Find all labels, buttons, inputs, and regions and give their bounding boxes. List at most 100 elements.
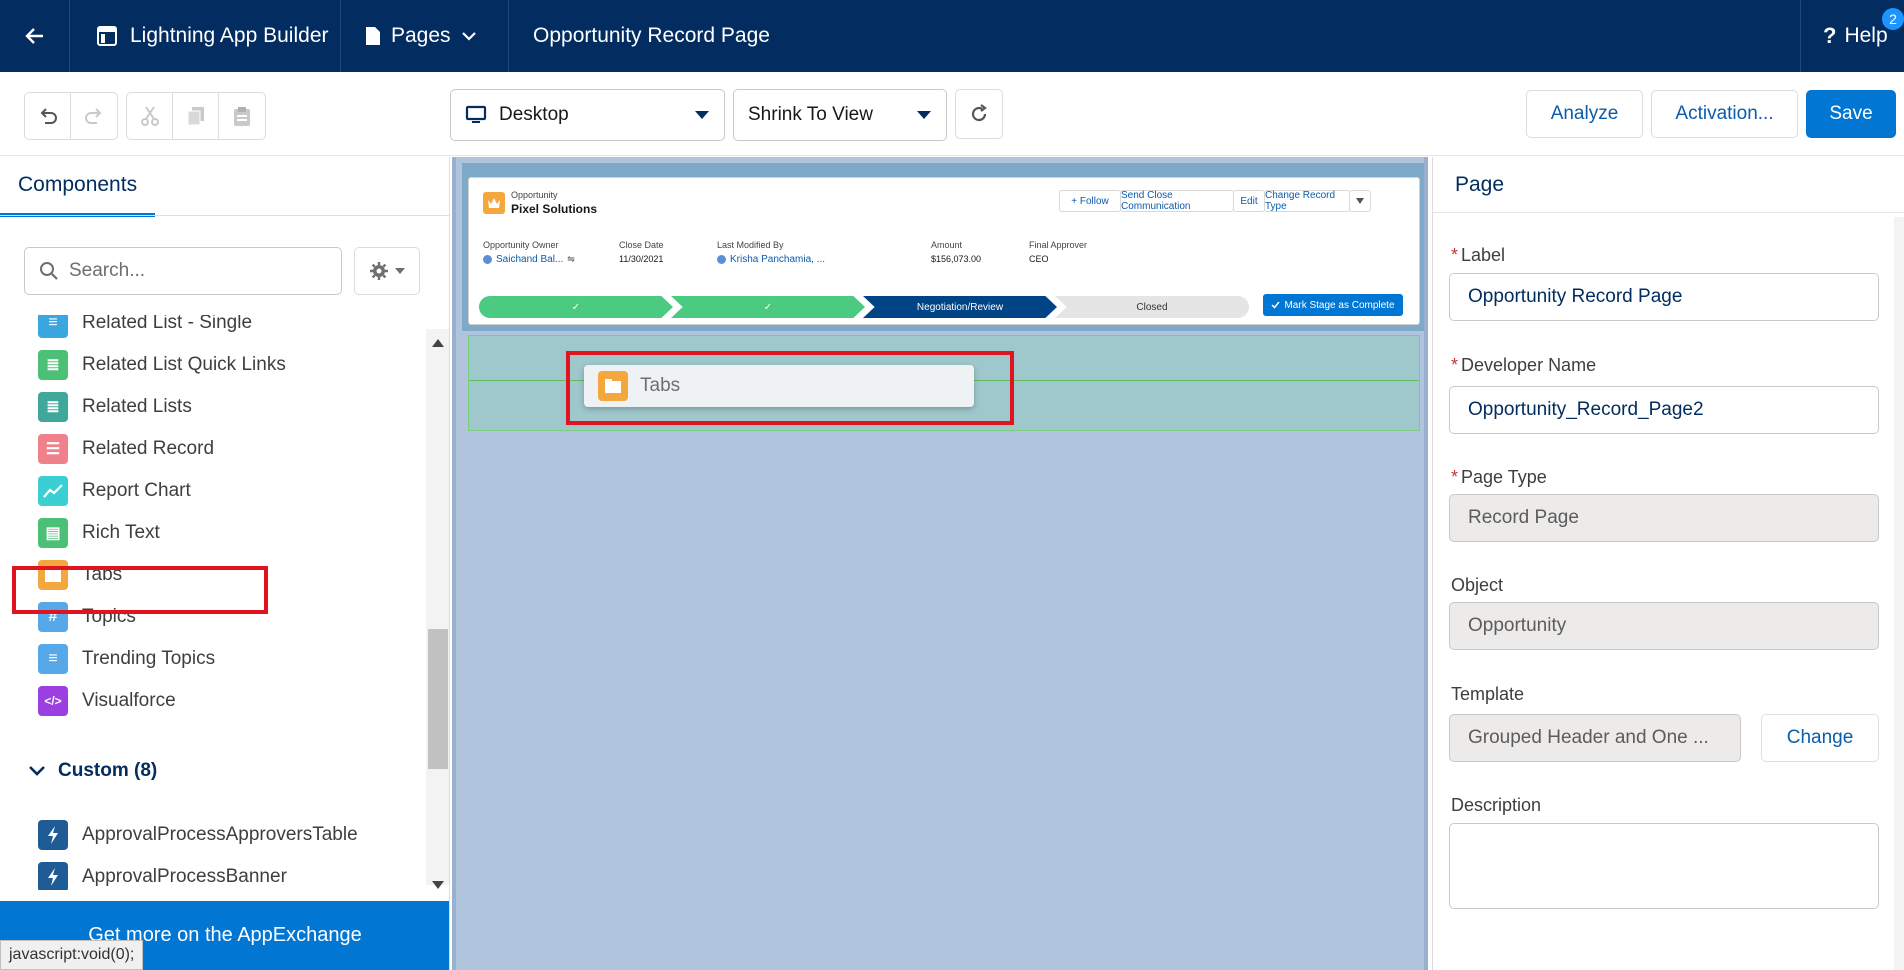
- check-icon: [1271, 301, 1281, 309]
- properties-scrollbar[interactable]: [1894, 217, 1904, 970]
- dragged-component-label: Tabs: [640, 375, 681, 396]
- list-item-label: ApprovalProcessApproversTable: [82, 824, 358, 845]
- paste-icon: [234, 107, 250, 126]
- save-button[interactable]: Save: [1806, 90, 1896, 138]
- cut-button[interactable]: [127, 93, 173, 139]
- scrollbar-thumb[interactable]: [428, 629, 448, 769]
- path-stage-complete[interactable]: ✓: [479, 296, 673, 318]
- dragged-component[interactable]: Tabs: [584, 365, 974, 407]
- dropdown-caret-icon: [395, 268, 405, 274]
- visualforce-icon: </>: [38, 686, 68, 716]
- mark-stage-complete-button[interactable]: Mark Stage as Complete: [1263, 294, 1403, 316]
- redo-icon: [85, 108, 102, 124]
- scroll-up-arrow-icon[interactable]: [432, 339, 444, 347]
- component-list-scrollbar[interactable]: [426, 329, 449, 889]
- required-marker: *: [1451, 467, 1459, 487]
- path-stage-complete[interactable]: ✓: [671, 296, 865, 318]
- help-button[interactable]: ? Help 2: [1800, 0, 1904, 72]
- related-lists-icon: ≣: [38, 392, 68, 422]
- list-item-label: Related List Quick Links: [82, 354, 286, 375]
- rich-text-icon: ▤: [38, 518, 68, 548]
- back-button[interactable]: [0, 0, 70, 72]
- field-value-link[interactable]: Saichand Bal... ⇋: [483, 254, 575, 265]
- list-item[interactable]: # Topics: [38, 599, 136, 635]
- dropdown-caret-icon: [917, 111, 931, 119]
- list-item[interactable]: ≣ Related List Quick Links: [38, 347, 286, 383]
- tabs-icon: [598, 371, 628, 401]
- components-panel: Components Search... ≡ Related List - Si…: [0, 157, 450, 970]
- label-input[interactable]: Opportunity Record Page: [1449, 273, 1879, 321]
- record-object-label: Opportunity: [511, 190, 558, 200]
- field-label: Close Date: [619, 240, 664, 250]
- change-record-type-button[interactable]: Change Record Type: [1264, 190, 1350, 212]
- field-value-link[interactable]: Krisha Panchamia, ...: [717, 254, 825, 265]
- change-owner-icon[interactable]: ⇋: [567, 254, 575, 265]
- clipboard-group: [126, 92, 266, 140]
- field-value: Saichand Bal...: [496, 254, 564, 265]
- list-item[interactable]: ApprovalProcessBanner: [38, 859, 287, 890]
- template-label: Template: [1451, 684, 1525, 704]
- page-type-label: * Page Type: [1451, 467, 1547, 488]
- undo-button[interactable]: [25, 93, 71, 139]
- search-placeholder: Search...: [69, 260, 146, 281]
- paste-button[interactable]: [219, 93, 265, 139]
- more-actions-button[interactable]: [1349, 190, 1371, 212]
- path-stage-closed[interactable]: Closed: [1055, 296, 1249, 318]
- redo-button[interactable]: [71, 93, 117, 139]
- description-textarea[interactable]: [1449, 823, 1879, 909]
- properties-panel: Page * Label Opportunity Record Page * Dev…: [1432, 157, 1904, 970]
- settings-menu-button[interactable]: [354, 247, 420, 295]
- list-item[interactable]: ▤ Rich Text: [38, 515, 160, 551]
- toolbar: Desktop Shrink To View Analyze Activatio…: [0, 72, 1904, 156]
- opportunity-crown-icon: [483, 192, 505, 214]
- custom-section-toggle[interactable]: Custom (8): [28, 753, 157, 789]
- record-highlights-panel[interactable]: Opportunity Pixel Solutions + Follow Sen…: [468, 177, 1420, 325]
- required-marker: *: [1451, 245, 1459, 265]
- list-item[interactable]: ≡ Related List - Single: [38, 315, 252, 341]
- field-label: Opportunity Owner: [483, 240, 559, 250]
- user-icon: [483, 255, 492, 264]
- list-item[interactable]: ≡ Trending Topics: [38, 641, 215, 677]
- activation-button[interactable]: Activation...: [1651, 90, 1798, 138]
- list-item-label: Related Record: [82, 438, 215, 459]
- developer-name-input[interactable]: Opportunity_Record_Page2: [1449, 386, 1879, 434]
- analyze-button[interactable]: Analyze: [1526, 90, 1643, 138]
- list-item[interactable]: ≣ Related Lists: [38, 389, 192, 425]
- report-chart-icon: [38, 476, 68, 506]
- copy-button[interactable]: [173, 93, 219, 139]
- field-label: Final Approver: [1029, 240, 1088, 250]
- list-item[interactable]: Tabs: [38, 557, 122, 593]
- tab-divider: [0, 215, 449, 216]
- pages-menu[interactable]: Pages: [341, 0, 509, 72]
- component-list: ≡ Related List - Single ≣ Related List Q…: [0, 315, 426, 890]
- edit-button[interactable]: Edit: [1233, 190, 1265, 212]
- list-item[interactable]: Report Chart: [38, 473, 191, 509]
- page-canvas: Opportunity Pixel Solutions + Follow Sen…: [452, 157, 1428, 970]
- send-close-communication-button[interactable]: Send Close Communication: [1120, 190, 1234, 212]
- chevron-down-icon: [461, 32, 476, 41]
- required-marker: *: [1451, 355, 1459, 375]
- app-builder-icon: [97, 26, 117, 46]
- gear-icon: [370, 262, 388, 280]
- path-stage-current[interactable]: Negotiation/Review: [863, 296, 1057, 318]
- custom-section-label: Custom (8): [58, 760, 158, 781]
- undo-redo-group: [24, 92, 118, 140]
- related-record-icon: ☰: [38, 434, 68, 464]
- list-item-label: Report Chart: [82, 480, 191, 501]
- list-item[interactable]: </> Visualforce: [38, 683, 176, 719]
- tabs-icon: [38, 560, 68, 590]
- list-item-label: Topics: [82, 606, 136, 627]
- device-select[interactable]: Desktop: [450, 89, 725, 141]
- list-item[interactable]: ApprovalProcessApproversTable: [38, 817, 358, 853]
- scroll-down-arrow-icon[interactable]: [432, 881, 444, 889]
- related-list-quick-links-icon: ≣: [38, 350, 68, 380]
- view-select[interactable]: Shrink To View: [733, 89, 947, 141]
- change-template-button[interactable]: Change: [1761, 714, 1879, 762]
- tab-components[interactable]: Components: [0, 157, 155, 217]
- search-input[interactable]: Search...: [24, 247, 342, 295]
- refresh-button[interactable]: [956, 90, 1002, 138]
- device-value: Desktop: [499, 104, 569, 125]
- description-label: Description: [1451, 795, 1542, 815]
- list-item[interactable]: ☰ Related Record: [38, 431, 214, 467]
- follow-button[interactable]: + Follow: [1059, 190, 1121, 212]
